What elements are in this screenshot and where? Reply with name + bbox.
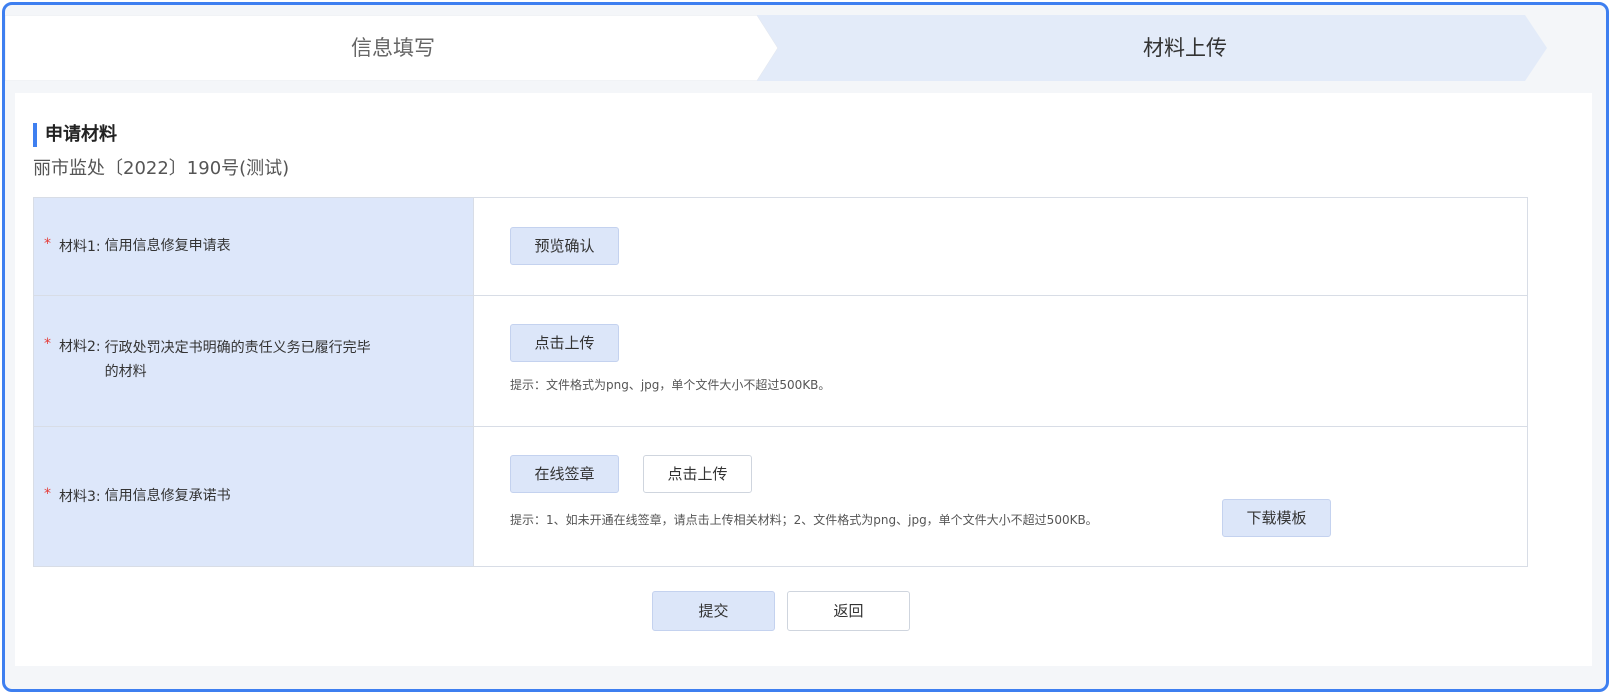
upload-button[interactable]: 点击上传 [643, 455, 752, 493]
material-row-1: * 材料1: 信用信息修复申请表 预览确认 [34, 198, 1527, 296]
step-material-upload[interactable]: 材料上传 [795, 15, 1575, 81]
material-label-2: * 材料2: 行政处罚决定书明确的责任义务已履行完毕 的材料 [34, 296, 474, 426]
material-name-line1: 行政处罚决定书明确的责任义务已履行完毕 [104, 340, 371, 356]
material-actions-3: 在线签章 点击上传 提示：1、如未开通在线签章，请点击上传相关材料；2、文件格式… [474, 427, 1527, 566]
material-row-2: * 材料2: 行政处罚决定书明确的责任义务已履行完毕 的材料 点击上传 提示：文… [34, 296, 1527, 427]
required-mark: * [44, 486, 51, 502]
online-seal-button[interactable]: 在线签章 [510, 455, 619, 493]
material-label-3: * 材料3: 信用信息修复承诺书 [34, 427, 474, 566]
material-actions-1: 预览确认 [474, 198, 1527, 295]
material-name: 信用信息修复申请表 [104, 238, 231, 254]
material-row-3: * 材料3: 信用信息修复承诺书 在线签章 点击上传 提示：1、如未开通在线签章… [34, 427, 1527, 566]
material-number: 材料1: [59, 239, 101, 255]
material-name: 行政处罚决定书明确的责任义务已履行完毕 的材料 [105, 336, 371, 384]
download-template-button[interactable]: 下载模板 [1222, 499, 1331, 537]
material-number: 材料2: [59, 339, 101, 355]
required-mark: * [44, 236, 51, 252]
material-label-1: * 材料1: 信用信息修复申请表 [34, 198, 474, 295]
material-card: 申请材料 丽市监处〔2022〕190号(测试) * 材料1: 信用信息修复申请表… [15, 93, 1592, 666]
step-progress-bar: 信息填写 材料上传 [5, 15, 1605, 81]
back-button[interactable]: 返回 [787, 591, 910, 631]
submit-button[interactable]: 提交 [652, 591, 775, 631]
app-frame: 信息填写 材料上传 申请材料 丽市监处〔2022〕190号(测试) * 材料1:… [2, 2, 1609, 692]
material-name-line2: 的材料 [104, 364, 147, 380]
materials-table: * 材料1: 信用信息修复申请表 预览确认 * 材料2: 行政处罚决定书明确的责… [33, 197, 1528, 567]
section-title: 申请材料 [33, 123, 117, 147]
document-number: 丽市监处〔2022〕190号(测试) [33, 158, 290, 179]
upload-button[interactable]: 点击上传 [510, 324, 619, 362]
material-name: 信用信息修复承诺书 [104, 488, 231, 504]
step-info-fill[interactable]: 信息填写 [5, 15, 781, 81]
file-format-hint: 提示：文件格式为png、jpg，单个文件大小不超过500KB。 [510, 378, 831, 392]
seal-upload-hint: 提示：1、如未开通在线签章，请点击上传相关材料；2、文件格式为png、jpg，单… [510, 513, 1098, 527]
form-actions: 提交 返回 [15, 591, 1592, 631]
material-actions-2: 点击上传 提示：文件格式为png、jpg，单个文件大小不超过500KB。 [474, 296, 1527, 426]
preview-confirm-button[interactable]: 预览确认 [510, 227, 619, 265]
required-mark: * [44, 336, 51, 352]
material-number: 材料3: [59, 489, 101, 505]
